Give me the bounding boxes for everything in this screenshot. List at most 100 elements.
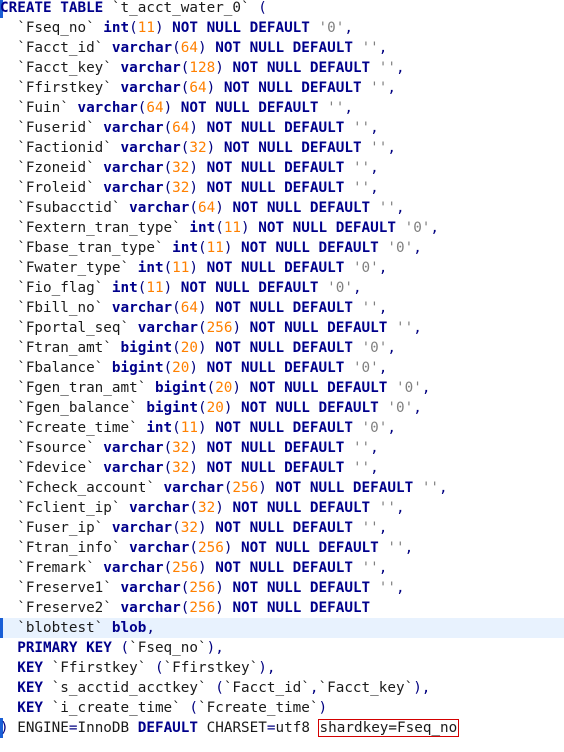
sql-keyword: bigint	[111, 360, 164, 376]
identifier-text	[344, 260, 353, 276]
punctuation: ,	[387, 140, 396, 156]
code-line[interactable]: PRIMARY KEY (`Fseq_no`),	[0, 638, 564, 658]
identifier-text	[353, 560, 362, 576]
code-line[interactable]: `Fdevice` varchar(32) NOT NULL DEFAULT '…	[0, 458, 564, 478]
code-line[interactable]: `Fbalance` bigint(20) NOT NULL DEFAULT '…	[0, 358, 564, 378]
string-literal: ''	[361, 560, 379, 576]
code-line[interactable]: `Fremark` varchar(256) NOT NULL DEFAULT …	[0, 558, 564, 578]
punctuation: (	[129, 20, 138, 36]
punctuation: ,	[430, 220, 440, 236]
code-text: `Ftran_info` varchar(256) NOT NULL DEFAU…	[0, 538, 413, 558]
code-line-current[interactable]: `blobtest` blob,	[0, 618, 564, 638]
punctuation: )	[198, 300, 207, 316]
code-line[interactable]: `Fuin` varchar(64) NOT NULL DEFAULT '',	[0, 98, 564, 118]
identifier-text	[198, 440, 207, 456]
code-line[interactable]: `Fbase_tran_type` int(11) NOT NULL DEFAU…	[0, 238, 564, 258]
identifier-text	[172, 100, 181, 116]
punctuation: (	[163, 160, 173, 176]
punctuation: ,	[396, 580, 405, 596]
number-literal: 11	[180, 420, 198, 436]
sql-keyword: NOT NULL DEFAULT	[180, 100, 319, 116]
code-line[interactable]: `Fclient_ip` varchar(32) NOT NULL DEFAUL…	[0, 498, 564, 518]
punctuation: )	[198, 340, 207, 356]
string-literal: ''	[378, 60, 396, 76]
sql-keyword: varchar	[137, 320, 198, 336]
punctuation: (	[189, 540, 198, 556]
punctuation: ,	[370, 180, 379, 196]
code-line[interactable]: `Facct_id` varchar(64) NOT NULL DEFAULT …	[0, 38, 564, 58]
code-line[interactable]: `Fbill_no` varchar(64) NOT NULL DEFAULT …	[0, 298, 564, 318]
punctuation: (	[172, 520, 181, 536]
code-line[interactable]: `Fuser_ip` varchar(32) NOT NULL DEFAULT …	[0, 518, 564, 538]
punctuation: ,	[352, 280, 362, 296]
identifier-text	[0, 640, 17, 656]
sql-keyword: NOT NULL DEFAULT	[215, 420, 353, 436]
code-line[interactable]: `Fcheck_account` varchar(256) NOT NULL D…	[0, 478, 564, 498]
punctuation: ,	[439, 480, 448, 496]
punctuation: ,	[378, 260, 388, 276]
code-line[interactable]: `Froleid` varchar(32) NOT NULL DEFAULT '…	[0, 178, 564, 198]
code-line[interactable]: `Fzoneid` varchar(32) NOT NULL DEFAULT '…	[0, 158, 564, 178]
code-line[interactable]: CREATE TABLE `t_acct_water_0` (	[0, 0, 564, 18]
code-line[interactable]: `Fextern_tran_type` int(11) NOT NULL DEF…	[0, 218, 564, 238]
punctuation: )	[163, 100, 173, 116]
sql-code-editor[interactable]: CREATE TABLE `t_acct_water_0` ( `Fseq_no…	[0, 0, 564, 752]
code-line[interactable]: `Ffirstkey` varchar(64) NOT NULL DEFAULT…	[0, 78, 564, 98]
code-line[interactable]: `Factionid` varchar(32) NOT NULL DEFAULT…	[0, 138, 564, 158]
code-line[interactable]: `Fportal_seq` varchar(256) NOT NULL DEFA…	[0, 318, 564, 338]
punctuation: (	[206, 380, 216, 396]
identifier-text	[344, 160, 353, 176]
identifier-text	[198, 180, 207, 196]
identifier-text	[207, 560, 216, 576]
identifier-text	[198, 160, 207, 176]
code-text: `Facct_key` varchar(128) NOT NULL DEFAUL…	[0, 58, 404, 78]
sql-keyword: PRIMARY KEY	[17, 640, 112, 656]
sql-keyword: blob	[111, 620, 147, 636]
punctuation: ,	[396, 500, 405, 516]
code-line[interactable]: `Ftran_amt` bigint(20) NOT NULL DEFAULT …	[0, 338, 564, 358]
code-line[interactable]: `Ftran_info` varchar(256) NOT NULL DEFAU…	[0, 538, 564, 558]
identifier-text	[344, 360, 353, 376]
sql-keyword: NOT NULL DEFAULT	[223, 80, 362, 96]
number-literal: 32	[172, 440, 190, 456]
code-line[interactable]: `Fcreate_time` int(11) NOT NULL DEFAULT …	[0, 418, 564, 438]
code-line[interactable]: `Freserve1` varchar(256) NOT NULL DEFAUL…	[0, 578, 564, 598]
punctuation: (	[163, 560, 173, 576]
punctuation: (	[215, 220, 224, 236]
sql-keyword: NOT NULL DEFAULT	[206, 260, 345, 276]
string-literal: ''	[396, 320, 414, 336]
code-line[interactable]: `Fuserid` varchar(64) NOT NULL DEFAULT '…	[0, 118, 564, 138]
code-line[interactable]: `Facct_key` varchar(128) NOT NULL DEFAUL…	[0, 58, 564, 78]
identifier-text	[241, 320, 250, 336]
code-line[interactable]: `Fwater_type` int(11) NOT NULL DEFAULT '…	[0, 258, 564, 278]
code-line[interactable]: `Fgen_tran_amt` bigint(20) NOT NULL DEFA…	[0, 378, 564, 398]
code-line[interactable]: KEY `s_acctid_acctkey` (`Facct_id`,`Facc…	[0, 678, 564, 698]
identifier-text: `Fbill_no`	[0, 300, 112, 316]
code-line[interactable]: `Freserve2` varchar(256) NOT NULL DEFAUL…	[0, 598, 564, 618]
punctuation: )	[232, 320, 242, 336]
code-line[interactable]: KEY `Ffirstkey` (`Ffirstkey`),	[0, 658, 564, 678]
sql-keyword: bigint	[120, 340, 173, 356]
number-literal: 64	[180, 300, 198, 316]
code-line[interactable]: `Fgen_balance` bigint(20) NOT NULL DEFAU…	[0, 398, 564, 418]
code-text: `Fcheck_account` varchar(256) NOT NULL D…	[0, 478, 448, 498]
identifier-text	[215, 140, 224, 156]
code-line[interactable]: `Fsource` varchar(32) NOT NULL DEFAULT '…	[0, 438, 564, 458]
identifier-text: `Fcreate_time`	[0, 420, 147, 436]
identifier-text	[344, 120, 353, 136]
code-line[interactable]: KEY `i_create_time` (`Fcreate_time`)	[0, 698, 564, 718]
sql-keyword: NOT NULL DEFAULT	[241, 540, 379, 556]
code-line[interactable]: `Fsubacctid` varchar(64) NOT NULL DEFAUL…	[0, 198, 564, 218]
code-line[interactable]: `Fio_flag` int(11) NOT NULL DEFAULT '0',	[0, 278, 564, 298]
identifier-text	[319, 100, 328, 116]
sql-keyword: NOT NULL DEFAULT	[215, 40, 353, 56]
sql-keyword: varchar	[111, 40, 173, 56]
punctuation: ,	[378, 520, 388, 536]
code-line[interactable]: `Fseq_no` int(11) NOT NULL DEFAULT '0',	[0, 18, 564, 38]
punctuation: )	[198, 40, 207, 56]
punctuation: )	[154, 20, 164, 36]
sql-keyword: KEY	[17, 660, 44, 676]
code-line[interactable]: ) ENGINE=InnoDB DEFAULT CHARSET=utf8 sha…	[0, 718, 564, 738]
identifier-text	[319, 280, 328, 296]
punctuation: )	[189, 260, 198, 276]
